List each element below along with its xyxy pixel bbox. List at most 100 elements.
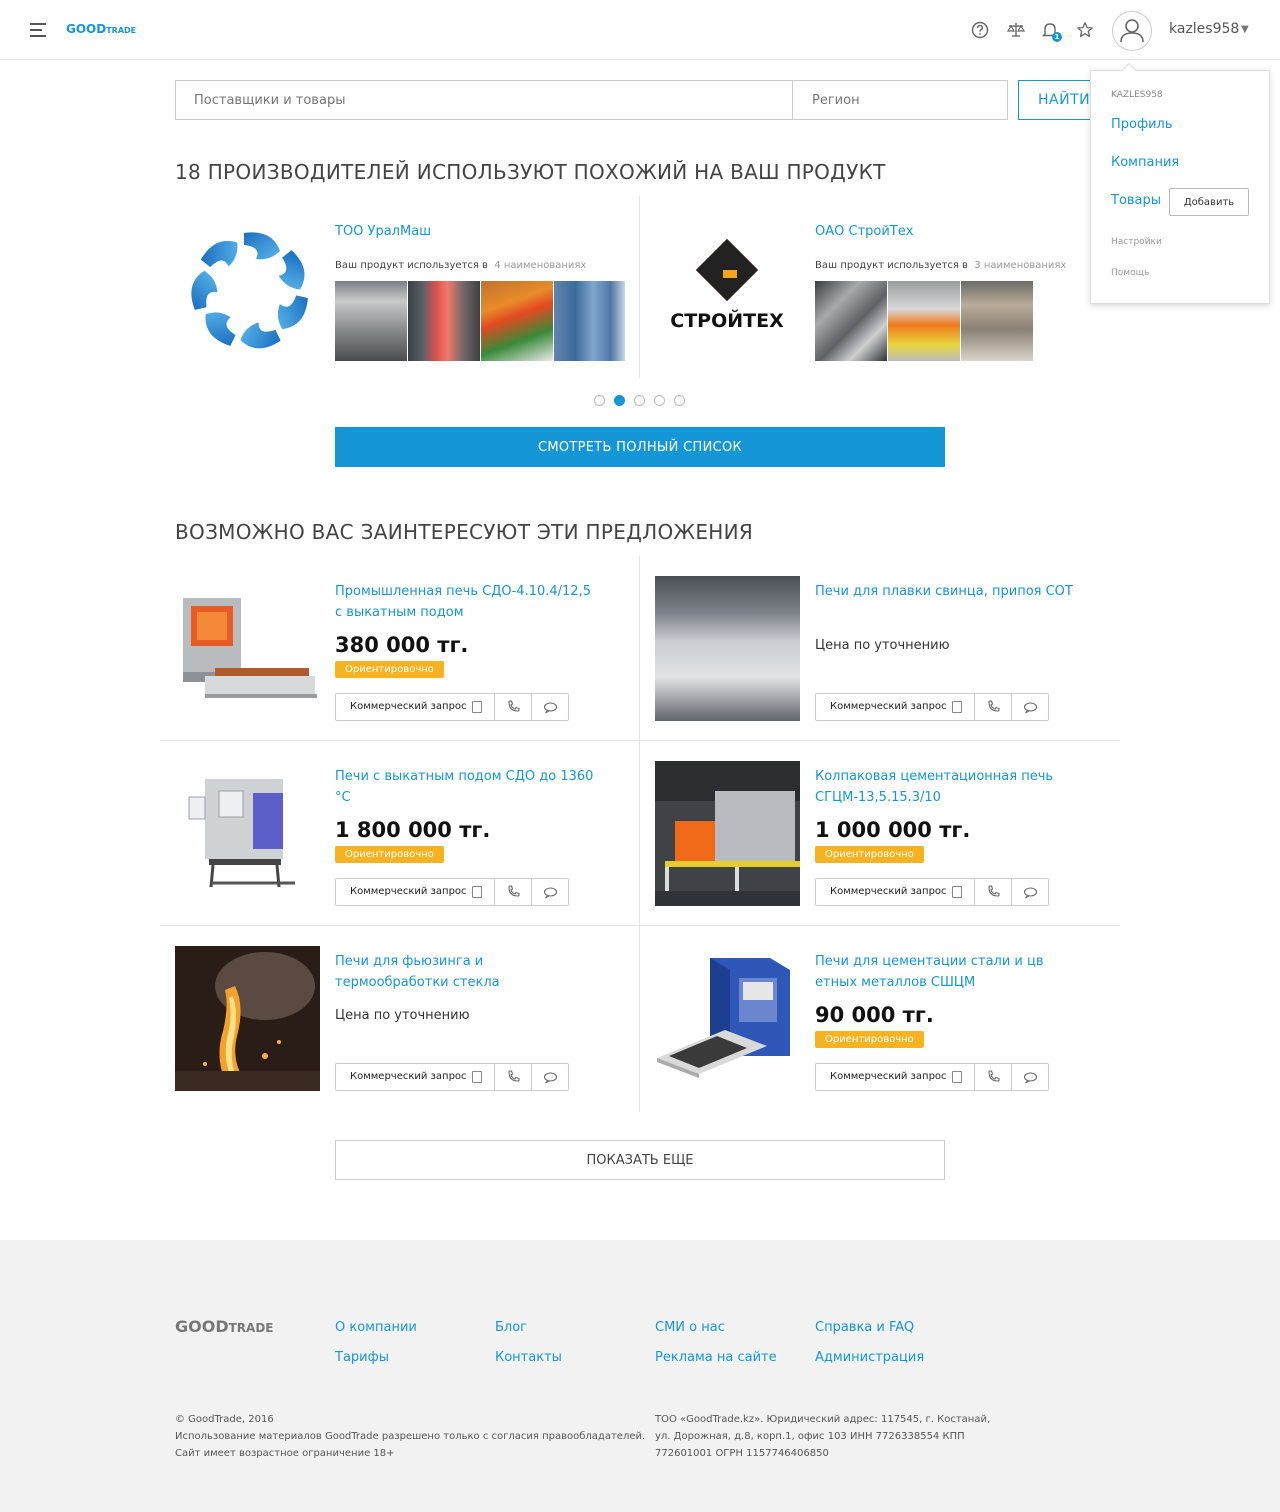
offer-price: 1 000 000 тг.	[815, 818, 971, 842]
commercial-request-button[interactable]: Коммерческий запрос	[816, 1064, 975, 1090]
offer-price: 380 000 тг.	[335, 633, 469, 657]
call-button[interactable]	[495, 1064, 532, 1090]
chat-button[interactable]	[1012, 694, 1049, 720]
document-icon	[472, 701, 482, 713]
offer-price: 90 000 тг.	[815, 1003, 934, 1027]
footer-link-blog[interactable]: Блог	[495, 1320, 527, 1335]
offer-price-text: Цена по уточнению	[815, 638, 950, 653]
help-icon[interactable]	[970, 20, 990, 40]
footer-logo[interactable]: GOODTRADE	[175, 1317, 274, 1336]
divider	[160, 740, 1120, 741]
full-list-button[interactable]: СМОТРЕТЬ ПОЛНЫЙ СПИСОК	[335, 427, 945, 467]
commercial-request-button[interactable]: Коммерческий запрос	[336, 879, 495, 905]
chat-button[interactable]	[532, 694, 569, 720]
request-button-group: Коммерческий запрос	[815, 878, 1049, 906]
divider	[160, 925, 1120, 926]
offer-title[interactable]: Печи для фьюзинга и термообработки стекл…	[335, 951, 595, 993]
product-thumbnail[interactable]	[815, 281, 887, 361]
call-button[interactable]	[975, 1064, 1012, 1090]
chat-button[interactable]	[1012, 1064, 1049, 1090]
offer-image[interactable]	[655, 761, 800, 906]
menu-item-help[interactable]: Помощь	[1111, 268, 1149, 278]
chat-button[interactable]	[532, 1064, 569, 1090]
carousel-dot[interactable]	[614, 395, 625, 406]
avatar[interactable]	[1112, 11, 1152, 51]
menu-item-company[interactable]: Компания	[1111, 155, 1179, 170]
offer-image[interactable]	[175, 946, 320, 1091]
chat-button[interactable]	[1012, 879, 1049, 905]
call-button[interactable]	[975, 879, 1012, 905]
product-thumbnail[interactable]	[408, 281, 480, 361]
usage-note: Ваш продукт используется в 4 наименовани…	[335, 260, 587, 271]
footer: GOODTRADE О компании Блог СМИ о нас Спра…	[0, 1240, 1280, 1512]
svg-text:СТРОЙТЕХ: СТРОЙТЕХ	[670, 309, 784, 332]
offer-title[interactable]: Печи для цементации стали и цв етных мет…	[815, 951, 1075, 993]
offers-title: ВОЗМОЖНО ВАС ЗАИНТЕРЕСУЮТ ЭТИ ПРЕДЛОЖЕНИ…	[175, 520, 754, 544]
footer-link-ads[interactable]: Реклама на сайте	[655, 1350, 777, 1365]
menu-item-profile[interactable]: Профиль	[1111, 117, 1173, 132]
footer-link-contacts[interactable]: Контакты	[495, 1350, 562, 1365]
offer-title[interactable]: Промышленная печь СДО-4.10.4/12,5 с выка…	[335, 581, 595, 623]
call-button[interactable]	[495, 879, 532, 905]
phone-icon	[988, 885, 1000, 897]
search-input[interactable]	[176, 81, 793, 119]
phone-icon	[508, 1070, 520, 1082]
compare-icon[interactable]	[1006, 20, 1026, 40]
carousel-dot[interactable]	[674, 395, 685, 406]
carousel-dot[interactable]	[654, 395, 665, 406]
username[interactable]: kazles958	[1169, 21, 1239, 37]
commercial-request-button[interactable]: Коммерческий запрос	[336, 694, 495, 720]
divider	[639, 196, 640, 378]
footer-link-faq[interactable]: Справка и FAQ	[815, 1320, 914, 1335]
estimate-badge: Ориентировочно	[335, 661, 444, 678]
product-thumbnail[interactable]	[335, 281, 407, 361]
region-input[interactable]	[794, 81, 1007, 119]
manufacturer-name[interactable]: ОАО СтройТех	[815, 224, 913, 239]
offer-image[interactable]	[175, 761, 320, 906]
call-button[interactable]	[495, 694, 532, 720]
commercial-request-button[interactable]: Коммерческий запрос	[816, 879, 975, 905]
menu-item-products[interactable]: Товары	[1111, 193, 1161, 208]
copyright: © GoodTrade, 2016 Использование материал…	[175, 1414, 646, 1459]
menu-icon[interactable]	[30, 23, 46, 37]
offer-price-text: Цена по уточнению	[335, 1008, 470, 1023]
product-thumbnail[interactable]	[961, 281, 1033, 361]
document-icon	[472, 1071, 482, 1083]
footer-link-admin[interactable]: Администрация	[815, 1350, 924, 1365]
carousel-dot[interactable]	[634, 395, 645, 406]
estimate-badge: Ориентировочно	[815, 846, 924, 863]
search-bar	[175, 80, 1008, 120]
uralmash-logo[interactable]	[180, 221, 320, 361]
carousel-dot[interactable]	[594, 395, 605, 406]
footer-link-about[interactable]: О компании	[335, 1320, 417, 1335]
offer-image[interactable]	[655, 576, 800, 721]
offer-title[interactable]: Печи с выкатным подом СДО до 1360 °C	[335, 766, 595, 808]
footer-link-press[interactable]: СМИ о нас	[655, 1320, 725, 1335]
call-button[interactable]	[975, 694, 1012, 720]
commercial-request-button[interactable]: Коммерческий запрос	[816, 694, 975, 720]
chevron-down-icon[interactable]: ▼	[1241, 24, 1249, 35]
product-thumbnail[interactable]	[554, 281, 625, 361]
commercial-request-button[interactable]: Коммерческий запрос	[336, 1064, 495, 1090]
star-icon[interactable]	[1075, 20, 1095, 40]
offer-title[interactable]: Колпаковая цементационная печь СГЦМ-13,5…	[815, 766, 1075, 808]
offer-title[interactable]: Печи для плавки свинца, припоя СОТ	[815, 581, 1075, 602]
product-thumbnail[interactable]	[888, 281, 960, 361]
usage-note: Ваш продукт используется в 3 наименовани…	[815, 260, 1067, 271]
manufacturer-name[interactable]: ТОО УралМаш	[335, 224, 431, 239]
request-button-group: Коммерческий запрос	[335, 693, 569, 721]
chat-button[interactable]	[532, 879, 569, 905]
chat-icon	[1023, 887, 1038, 899]
phone-icon	[988, 1070, 1000, 1082]
stroyteh-logo[interactable]: СТРОЙТЕХ	[660, 236, 795, 336]
footer-link-tariffs[interactable]: Тарифы	[335, 1350, 389, 1365]
add-product-button[interactable]: Добавить	[1169, 188, 1249, 216]
logo[interactable]: GOODTRADE	[66, 22, 136, 36]
menu-item-settings[interactable]: Настройки	[1111, 237, 1162, 247]
show-more-button[interactable]: ПОКАЗАТЬ ЕЩЕ	[335, 1140, 945, 1180]
offer-image[interactable]	[175, 576, 320, 721]
request-button-group: Коммерческий запрос	[815, 1063, 1049, 1091]
chat-icon	[543, 702, 558, 714]
product-thumbnail[interactable]	[481, 281, 553, 361]
offer-image[interactable]	[655, 946, 800, 1091]
